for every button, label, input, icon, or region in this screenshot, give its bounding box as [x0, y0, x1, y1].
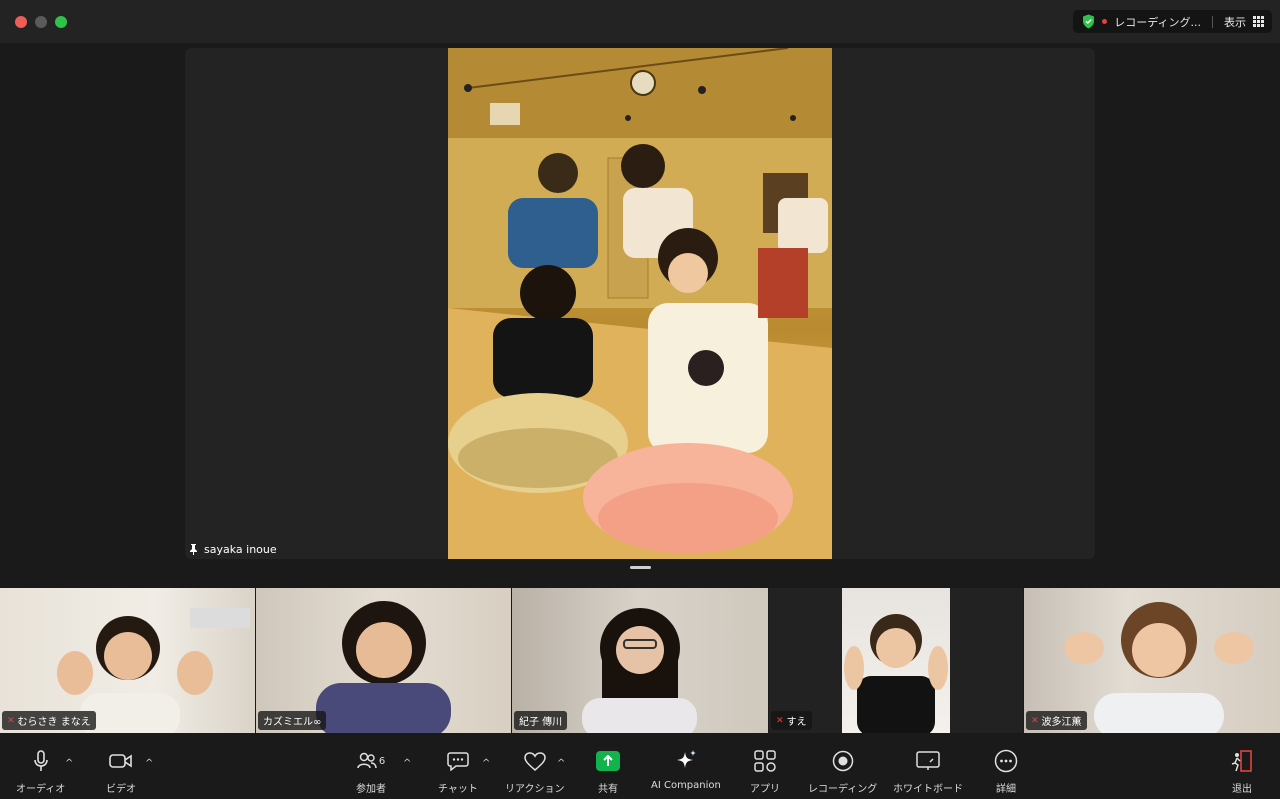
- window-titlebar: レコーディング... 表示: [0, 0, 1280, 43]
- participant-name: むらさき まなえ: [17, 717, 91, 728]
- view-button-label[interactable]: 表示: [1224, 14, 1246, 30]
- apps-label: アプリ: [750, 784, 780, 795]
- reactions-options-chevron-icon[interactable]: ^: [557, 758, 565, 769]
- close-window-button[interactable]: [15, 16, 27, 28]
- audio-button[interactable]: オーディオ: [16, 749, 65, 795]
- security-shield-icon[interactable]: [1081, 14, 1095, 30]
- leave-label: 退出: [1232, 784, 1252, 795]
- chat-label: チャット: [438, 784, 478, 795]
- whiteboard-button[interactable]: ホワイトボード: [893, 749, 963, 795]
- main-stage: sayaka inoue: [185, 48, 1095, 559]
- participant-name: すえ: [786, 717, 807, 728]
- video-camera-icon: [109, 749, 133, 773]
- more-dots-icon: [994, 749, 1018, 773]
- video-button[interactable]: ビデオ: [106, 749, 136, 795]
- pinned-name-tag: sayaka inoue: [189, 543, 277, 556]
- participants-icon: 6: [357, 749, 385, 773]
- ai-companion-button[interactable]: AI Companion: [651, 749, 721, 791]
- whiteboard-icon: [916, 749, 940, 773]
- participant-name-tag: カズミエル∞: [258, 711, 327, 730]
- divider: [1212, 15, 1213, 28]
- share-screen-button[interactable]: 共有: [596, 749, 620, 795]
- chat-options-chevron-icon[interactable]: ^: [482, 758, 490, 769]
- share-arrow-icon: [596, 751, 620, 771]
- reactions-label: リアクション: [505, 784, 565, 795]
- participants-label: 参加者: [356, 784, 386, 795]
- audio-options-chevron-icon[interactable]: ^: [65, 758, 73, 769]
- gallery-strip: ✕ むらさき まなえ カズミエル∞ 紀子 傳川 ✕ すえ ✕ 波多江薫: [0, 588, 1280, 733]
- record-icon: [832, 749, 854, 773]
- minimize-window-button[interactable]: [35, 16, 47, 28]
- participant-name: 波多江薫: [1041, 717, 1082, 728]
- dance-studio-scene: [448, 48, 832, 559]
- pinned-video[interactable]: [448, 48, 832, 559]
- recording-button[interactable]: レコーディング: [808, 749, 877, 795]
- whiteboard-label: ホワイトボード: [893, 784, 963, 795]
- participant-name: 紀子 傳川: [519, 717, 563, 728]
- participant-name-tag: ✕ 波多江薫: [1026, 711, 1087, 730]
- participant-name: カズミエル∞: [263, 717, 322, 728]
- exit-door-icon: [1231, 749, 1253, 773]
- participant-tile[interactable]: ✕ 波多江薫: [1024, 588, 1280, 733]
- muted-mic-icon: ✕: [7, 715, 15, 726]
- audio-label: オーディオ: [16, 784, 66, 795]
- participant-tile[interactable]: 紀子 傳川: [512, 588, 768, 733]
- more-button[interactable]: 詳細: [994, 749, 1018, 795]
- meeting-toolbar: オーディオ ^ ビデオ ^ 6 参加者 ^ チャット ^ リアクション ^ 共有…: [0, 735, 1280, 799]
- recording-status-label[interactable]: レコーディング...: [1114, 14, 1201, 30]
- reactions-button[interactable]: リアクション: [505, 749, 565, 795]
- recording-label: レコーディング: [808, 784, 878, 795]
- participant-name-tag: ✕ すえ: [771, 711, 812, 730]
- participant-tile[interactable]: ✕ むらさき まなえ: [0, 588, 255, 733]
- participant-tile[interactable]: ✕ すえ: [769, 588, 1023, 733]
- participant-tile[interactable]: カズミエル∞: [256, 588, 511, 733]
- participant-video: [842, 588, 950, 733]
- status-pill: レコーディング... 表示: [1073, 10, 1272, 33]
- participants-button[interactable]: 6 参加者: [356, 749, 386, 795]
- chat-button[interactable]: チャット: [438, 749, 478, 795]
- resize-handle[interactable]: [630, 566, 651, 569]
- microphone-icon: [33, 749, 49, 773]
- apps-button[interactable]: アプリ: [750, 749, 780, 795]
- leave-meeting-button[interactable]: 退出: [1231, 749, 1253, 795]
- pin-icon: [190, 544, 197, 555]
- muted-mic-icon: ✕: [1031, 715, 1039, 726]
- pinned-participant-name: sayaka inoue: [204, 543, 277, 556]
- chat-bubble-icon: [447, 749, 469, 773]
- video-label: ビデオ: [106, 784, 136, 795]
- participants-options-chevron-icon[interactable]: ^: [403, 758, 411, 769]
- participant-name-tag: ✕ むらさき まなえ: [2, 711, 96, 730]
- apps-grid-icon: [754, 749, 776, 773]
- video-options-chevron-icon[interactable]: ^: [145, 758, 153, 769]
- participants-count: 6: [378, 755, 386, 767]
- share-label: 共有: [598, 784, 618, 795]
- more-label: 詳細: [996, 784, 1016, 795]
- gallery-grid-icon[interactable]: [1253, 16, 1264, 27]
- sparkle-icon: [674, 749, 698, 773]
- ai-companion-label: AI Companion: [651, 780, 721, 791]
- recording-indicator-icon: [1102, 19, 1108, 24]
- muted-mic-icon: ✕: [776, 715, 784, 726]
- participant-name-tag: 紀子 傳川: [514, 711, 568, 730]
- fullscreen-window-button[interactable]: [55, 16, 67, 28]
- heart-icon: [523, 749, 546, 773]
- participant-figure: [844, 614, 948, 733]
